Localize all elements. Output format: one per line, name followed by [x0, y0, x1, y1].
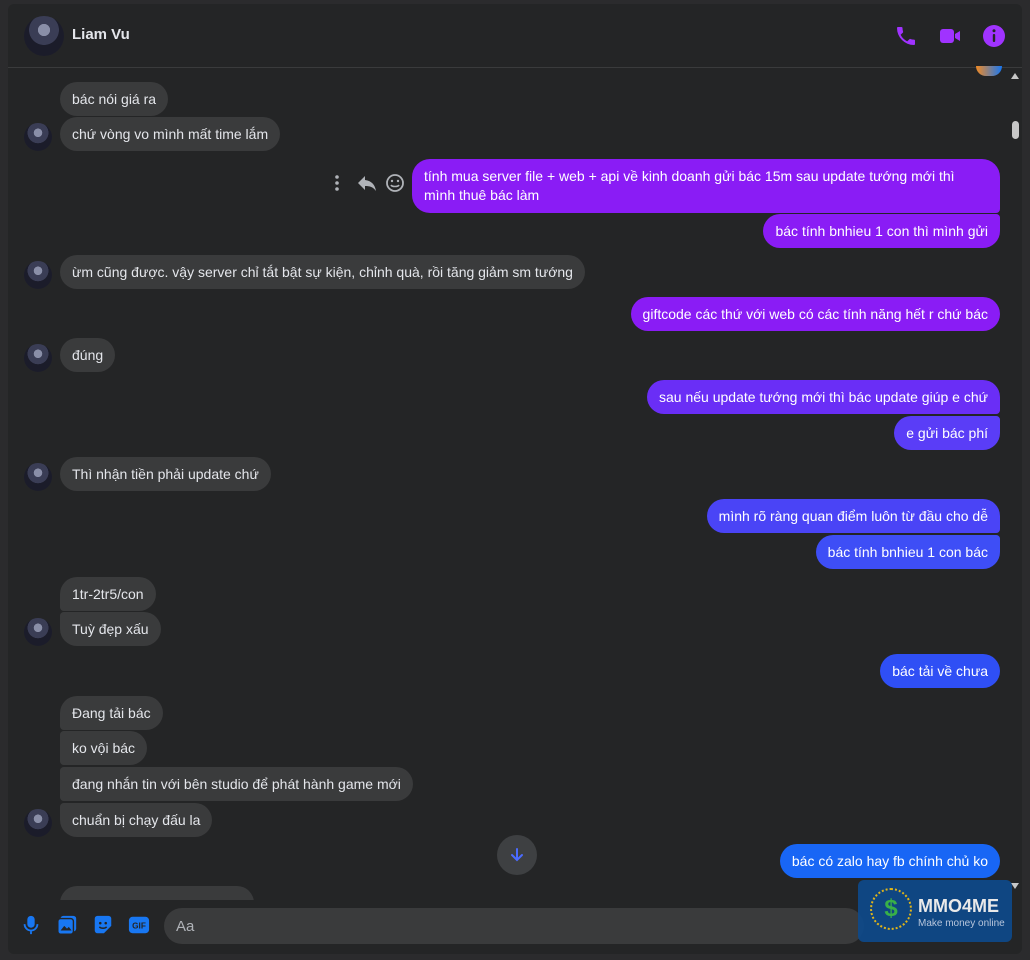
message-outgoing[interactable]: bác tải về chưa	[880, 654, 1000, 688]
contact-avatar-small[interactable]	[24, 618, 52, 646]
more-options-icon[interactable]	[333, 174, 341, 192]
watermark-subtitle: Make money online	[918, 918, 1005, 929]
mmo4me-watermark: $ MMO4ME Make money online	[858, 880, 1012, 942]
scroll-up-icon[interactable]	[1010, 72, 1020, 80]
contact-avatar[interactable]	[24, 16, 64, 56]
sticker-icon[interactable]	[92, 914, 114, 936]
chat-header: Liam Vu	[8, 4, 1022, 68]
watermark-title: MMO4ME	[918, 896, 999, 916]
message-incoming[interactable]: ừm cũng được. vậy server chỉ tắt bật sự …	[60, 255, 585, 289]
message-outgoing[interactable]: bác có zalo hay fb chính chủ ko	[779, 844, 1000, 878]
dollar-coin-logo: $	[870, 888, 912, 930]
message-incoming[interactable]: 1tr-2tr5/con	[60, 577, 156, 611]
gif-icon[interactable]: GIF	[128, 914, 150, 936]
message-input[interactable]	[164, 908, 864, 944]
message-actions	[333, 172, 413, 196]
message-outgoing[interactable]: bác tính bnhieu 1 con thì mình gửi	[763, 214, 1000, 248]
message-incoming[interactable]: đang nhắn tin với bên studio để phát hàn…	[60, 767, 413, 801]
message-incoming[interactable]: Thì nhận tiền phải update chứ	[60, 457, 271, 491]
contact-avatar-small[interactable]	[24, 344, 52, 372]
message-incoming[interactable]: bác nói giá ra	[60, 82, 169, 116]
microphone-icon[interactable]	[20, 914, 42, 936]
chat-window: Liam Vu bác nói giá ra chứ vòng vo mình …	[8, 4, 1022, 954]
svg-text:GIF: GIF	[132, 922, 146, 931]
message-incoming[interactable]: chứ vòng vo mình mất time lắm	[60, 117, 281, 151]
message-outgoing[interactable]: mình rõ ràng quan điểm luôn từ đầu cho d…	[706, 499, 1000, 533]
scrollbar[interactable]	[1008, 68, 1022, 900]
contact-avatar-small[interactable]	[24, 809, 52, 837]
message-incoming-partial[interactable]	[60, 886, 254, 900]
reply-icon[interactable]	[357, 174, 377, 192]
react-icon[interactable]	[385, 173, 405, 193]
message-incoming[interactable]: Đang tải bác	[60, 696, 163, 730]
contact-name[interactable]: Liam Vu	[72, 26, 130, 43]
video-call-icon[interactable]	[938, 24, 962, 48]
contact-avatar-small[interactable]	[24, 261, 52, 289]
message-incoming[interactable]: Tuỳ đẹp xấu	[60, 612, 161, 646]
message-outgoing[interactable]: giftcode các thứ với web có các tính năn…	[630, 297, 1000, 331]
message-outgoing[interactable]: tính mua server file + web + api về kinh…	[412, 159, 1000, 213]
message-outgoing[interactable]: bác tính bnhieu 1 con bác	[815, 535, 1000, 569]
message-incoming[interactable]: ko vội bác	[60, 731, 148, 765]
phone-icon[interactable]	[894, 24, 918, 48]
scroll-to-bottom-button[interactable]	[497, 835, 537, 875]
info-icon[interactable]	[982, 24, 1006, 48]
photo-icon[interactable]	[56, 914, 78, 936]
message-outgoing[interactable]: sau nếu update tướng mới thì bác update …	[647, 380, 1000, 414]
arrow-down-icon	[511, 848, 523, 862]
scrollbar-thumb[interactable]	[1012, 121, 1019, 139]
message-incoming[interactable]: chuẩn bị chạy đấu la	[60, 803, 213, 837]
contact-avatar-small[interactable]	[24, 463, 52, 491]
message-outgoing[interactable]: e gửi bác phí	[894, 416, 1000, 450]
message-incoming[interactable]: đúng	[60, 338, 116, 372]
message-list[interactable]: bác nói giá ra chứ vòng vo mình mất time…	[8, 68, 1008, 900]
contact-avatar-small[interactable]	[24, 123, 52, 151]
